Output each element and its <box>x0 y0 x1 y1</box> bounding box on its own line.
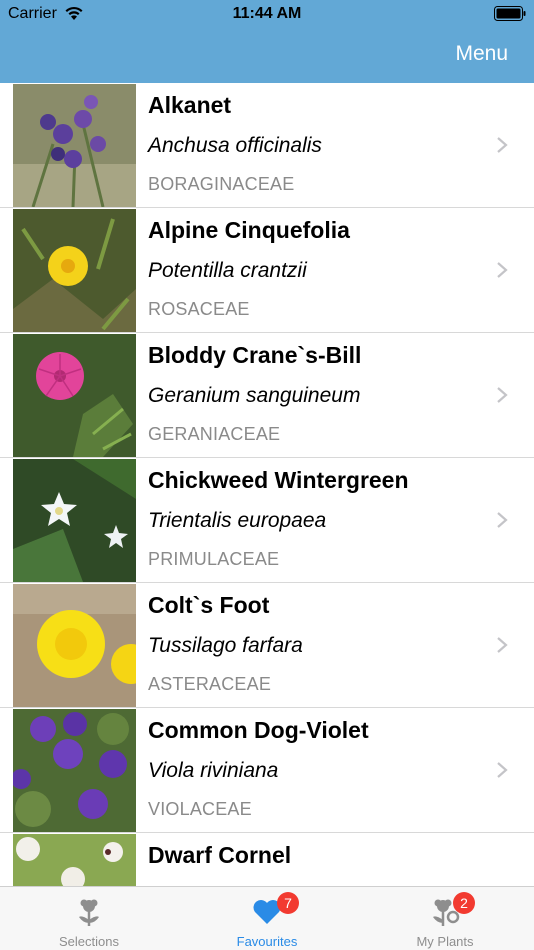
plant-name: Alpine Cinquefolia <box>148 217 350 243</box>
plant-latin-name: Viola riviniana <box>148 759 279 782</box>
plant-name: Chickweed Wintergreen <box>148 467 409 493</box>
favourites-badge: 7 <box>277 892 299 914</box>
plant-list[interactable]: Alkanet Anchusa officinalis BORAGINACEAE… <box>0 83 534 886</box>
chevron-right-icon <box>497 262 508 278</box>
plant-name: Dwarf Cornel <box>148 842 292 868</box>
tab-favourites[interactable]: 7 Favourites <box>178 887 356 950</box>
plant-name: Alkanet <box>148 92 232 118</box>
flower-icon <box>79 899 99 926</box>
chevron-right-icon <box>497 762 508 778</box>
navigation-bar: Menu <box>0 28 534 83</box>
plant-family: VIOLACEAE <box>148 799 252 819</box>
plant-latin-name: Trientalis europaea <box>148 509 327 532</box>
plant-photo <box>13 709 136 832</box>
plant-photo <box>13 334 136 457</box>
plant-photo <box>13 209 136 332</box>
my-plants-badge: 2 <box>453 892 475 914</box>
tab-selections[interactable]: Selections <box>0 887 178 950</box>
plant-latin-name: Tussilago farfara <box>148 634 303 657</box>
list-item[interactable]: Colt`s Foot Tussilago farfara ASTERACEAE <box>0 583 534 708</box>
plant-name: Bloddy Crane`s-Bill <box>148 342 362 368</box>
plant-family: ROSACEAE <box>148 299 250 319</box>
plant-photo <box>13 84 136 207</box>
plant-latin-name: Anchusa officinalis <box>148 134 322 157</box>
plant-family: ASTERACEAE <box>148 674 272 694</box>
plant-family: PRIMULACEAE <box>148 549 280 569</box>
plant-name: Common Dog-Violet <box>148 717 369 743</box>
chevron-right-icon <box>497 137 508 153</box>
plant-photo <box>13 459 136 582</box>
battery-icon <box>494 6 526 21</box>
plant-photo <box>13 834 136 886</box>
tab-bar: Selections 7 Favourites 2 My Plants <box>0 886 534 950</box>
plant-latin-name: Potentilla crantzii <box>148 259 307 282</box>
list-item[interactable]: Alpine Cinquefolia Potentilla crantzii R… <box>0 208 534 333</box>
chevron-right-icon <box>497 387 508 403</box>
list-item[interactable]: Dwarf Cornel <box>0 833 534 886</box>
list-item[interactable]: Bloddy Crane`s-Bill Geranium sanguineum … <box>0 333 534 458</box>
chevron-right-icon <box>497 637 508 653</box>
tab-my-plants[interactable]: 2 My Plants <box>356 887 534 950</box>
plant-photo <box>13 584 136 707</box>
menu-button[interactable]: Menu <box>455 42 508 66</box>
status-bar: Carrier 11:44 AM <box>0 0 534 28</box>
list-item[interactable]: Alkanet Anchusa officinalis BORAGINACEAE <box>0 83 534 208</box>
status-time: 11:44 AM <box>232 5 302 22</box>
tab-label: Favourites <box>236 934 298 949</box>
list-item[interactable]: Chickweed Wintergreen Trientalis europae… <box>0 458 534 583</box>
plant-family: BORAGINACEAE <box>148 174 295 194</box>
list-item[interactable]: Common Dog-Violet Viola riviniana VIOLAC… <box>0 708 534 833</box>
chevron-right-icon <box>497 512 508 528</box>
plant-name: Colt`s Foot <box>148 592 270 618</box>
plant-latin-name: Geranium sanguineum <box>148 384 361 407</box>
tab-label: My Plants <box>416 934 474 949</box>
tab-label: Selections <box>59 934 119 949</box>
plant-family: GERANIACEAE <box>148 424 281 444</box>
